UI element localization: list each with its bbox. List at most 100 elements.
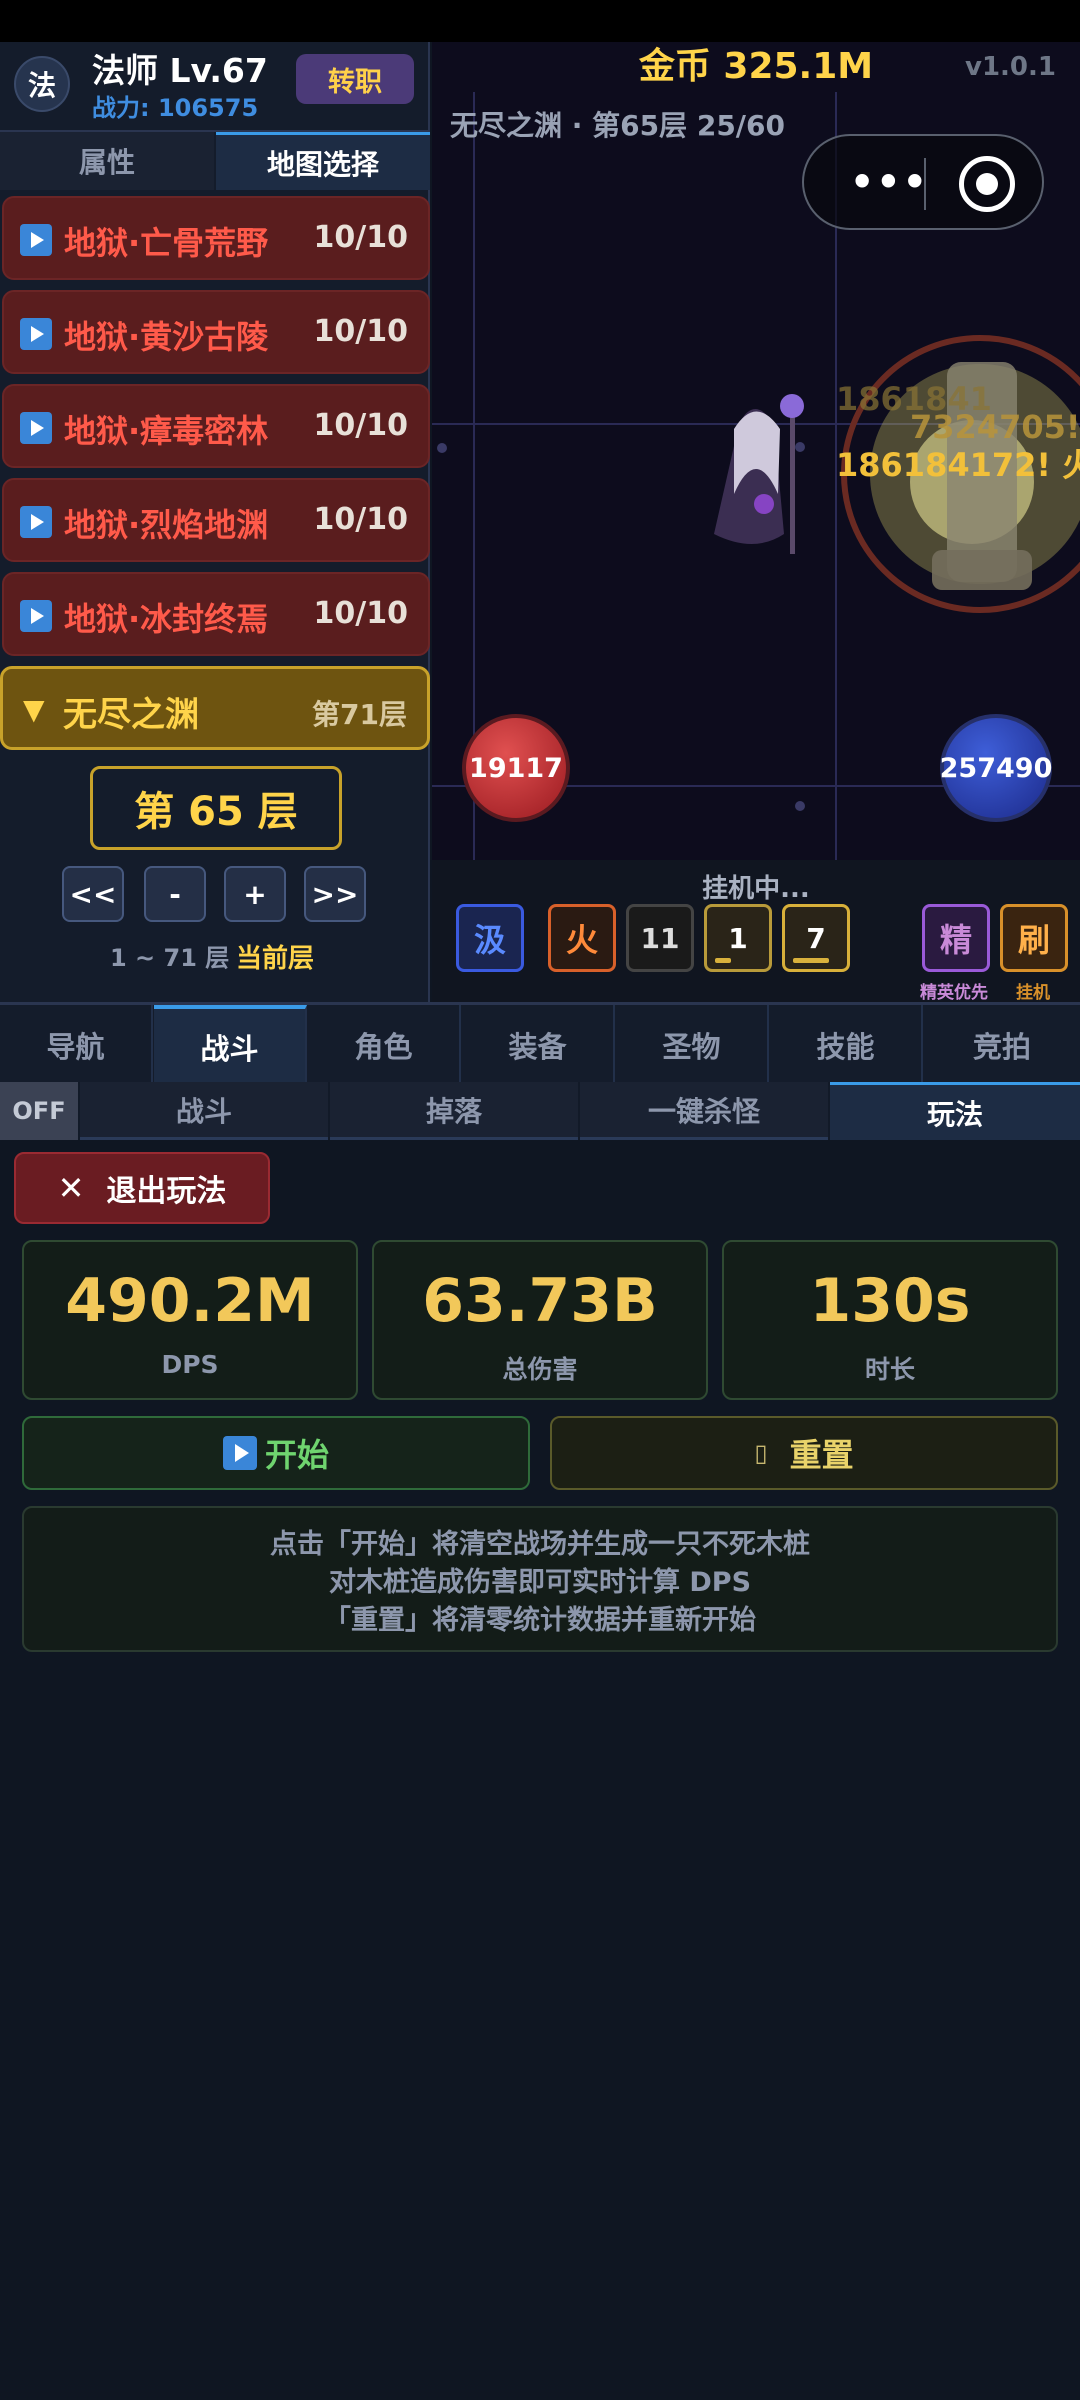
status-bar [0,0,1080,42]
map-item[interactable]: 地狱·黄沙古陵 10/10 [2,290,430,374]
elite-priority-toggle[interactable]: 精 [922,904,990,972]
stat-label: 总伤害 [502,1355,578,1384]
grind-toggle[interactable]: 刷 [1000,904,1068,972]
play-icon [20,412,52,444]
player-name: 法师 Lv.67 [92,51,268,90]
cooldown-value: 1 [728,921,748,955]
map-item[interactable]: 地狱·亡骨荒野 10/10 [2,196,430,280]
idle-status: 挂机中... [702,874,810,904]
elite-priority-label: 精英优先 [920,983,988,1003]
abyss-max-floor: 第71层 [312,698,407,731]
skill-slot-drain[interactable]: 汲 [456,904,524,972]
main-tabs: 导航 战斗 角色 装备 圣物 技能 竞拍 [0,1002,1080,1085]
subtab-gameplay[interactable]: 玩法 [830,1082,1080,1140]
map-name: 地狱·冰封终焉 [64,600,269,638]
mage-character [714,394,804,554]
combat-power: 战力: 106575 [92,94,259,122]
subtab-auto-kill[interactable]: 一键杀怪 [580,1082,828,1140]
floor-range: 1 ~ 71 层 [110,944,230,972]
tab-attributes[interactable]: 属性 [0,132,214,190]
grind-label: 挂机 [1016,983,1050,1003]
info-line: 对木桩造成伤害即可实时计算 DPS [328,1567,752,1598]
cooldown-bar [793,958,829,963]
damage-number: 186184172! 火球 [836,446,1080,484]
info-line: 点击「开始」将清空战场并生成一只不死木桩 [270,1529,810,1560]
cooldown-value: 7 [806,921,826,955]
next-floor-button[interactable]: + [224,866,286,922]
exit-label: 退出玩法 [106,1174,227,1209]
stage-info: 无尽之渊 · 第65层 25/60 [450,109,786,142]
current-floor-link[interactable]: 当前层 [236,938,314,975]
close-target-icon[interactable] [959,156,1015,212]
prev-floor-button[interactable]: - [144,866,206,922]
first-floor-button[interactable]: << [62,866,124,922]
map-progress: 10/10 [313,502,408,537]
map-progress: 10/10 [313,596,408,631]
class-avatar[interactable]: 法 [14,56,70,112]
map-item[interactable]: 地狱·烈焰地渊 10/10 [2,478,430,562]
profile-header: 法 法师 Lv.67 战力: 106575 转职 [0,42,430,126]
close-icon: ✕ [57,1169,85,1207]
tab-character[interactable]: 角色 [308,1005,461,1085]
current-floor-display: 第 65 层 [90,766,342,850]
stat-value: 130s [809,1266,971,1336]
tab-map-select[interactable]: 地图选择 [216,132,430,190]
class-transfer-button[interactable]: 转职 [296,54,414,104]
start-label: 开始 [264,1436,329,1474]
map-name: 地狱·烈焰地渊 [64,506,269,544]
off-toggle[interactable]: OFF [0,1082,78,1140]
enemy-hp-orb: 257490 [940,714,1052,822]
subtab-battle[interactable]: 战斗 [80,1082,328,1140]
stat-label: 时长 [864,1355,915,1384]
map-item[interactable]: 地狱·瘴毒密林 10/10 [2,384,430,468]
capsule-divider [924,158,926,210]
left-subtabs: 属性 地图选择 [0,130,430,190]
info-line: 「重置」将清零统计数据并重新开始 [324,1605,756,1636]
skill-bar: 挂机中... 汲 火 11 1 7 精 刷 精英优先 挂机 [432,860,1080,1003]
map-name: 地狱·瘴毒密林 [64,412,269,450]
last-floor-button[interactable]: >> [304,866,366,922]
play-icon [20,600,52,632]
tab-skills[interactable]: 技能 [770,1005,923,1085]
cooldown-bar [715,958,731,963]
exit-gameplay-button[interactable]: ✕ 退出玩法 [14,1152,270,1224]
stat-card-total-damage: 63.73B 总伤害 [372,1240,708,1400]
abyss-name: 无尽之渊 [63,695,199,735]
battle-view: 金币 325.1M v1.0.1 无尽之渊 · 第65层 25/60 ••• 1… [432,42,1080,860]
miniprogram-capsule: ••• [802,134,1044,230]
start-button[interactable]: 开始 [22,1416,530,1490]
map-item[interactable]: 地狱·冰封终焉 10/10 [2,572,430,656]
map-name: 地狱·亡骨荒野 [64,224,269,262]
tab-relics[interactable]: 圣物 [616,1005,769,1085]
reset-label: 重置 [789,1436,854,1474]
player-hp-orb: 19117 [462,714,570,822]
stat-label: DPS [161,1350,219,1379]
play-icon [20,318,52,350]
collapse-arrow-icon: ▼ [23,693,45,726]
map-progress: 10/10 [313,220,408,255]
more-icon[interactable]: ••• [850,160,929,204]
skill-slot-cooldown[interactable]: 7 [782,904,850,972]
map-progress: 10/10 [313,408,408,443]
tab-battle[interactable]: 战斗 [154,1005,307,1085]
skill-slot-fire[interactable]: 火 [548,904,616,972]
stat-value: 63.73B [422,1266,658,1336]
tab-navigation[interactable]: 导航 [0,1005,153,1085]
map-name: 地狱·黄沙古陵 [64,318,269,356]
reset-button[interactable]: ▯ 重置 [550,1416,1058,1490]
stat-value: 490.2M [65,1266,315,1336]
tab-equipment[interactable]: 装备 [462,1005,615,1085]
subtab-drops[interactable]: 掉落 [330,1082,578,1140]
info-box: 点击「开始」将清空战场并生成一只不死木桩 对木桩造成伤害即可实时计算 DPS 「… [22,1506,1058,1652]
tab-auction[interactable]: 竞拍 [924,1005,1080,1085]
map-progress: 10/10 [313,314,408,349]
play-icon [20,506,52,538]
skill-slot-cooldown[interactable]: 11 [626,904,694,972]
skill-slot-cooldown[interactable]: 1 [704,904,772,972]
version-label: v1.0.1 [965,52,1056,82]
play-icon [20,224,52,256]
endless-abyss-item[interactable]: ▼ 无尽之渊 第71层 [0,666,430,750]
stat-card-duration: 130s 时长 [722,1240,1058,1400]
reset-icon: ▯ [754,1439,768,1467]
play-icon [222,1436,257,1470]
